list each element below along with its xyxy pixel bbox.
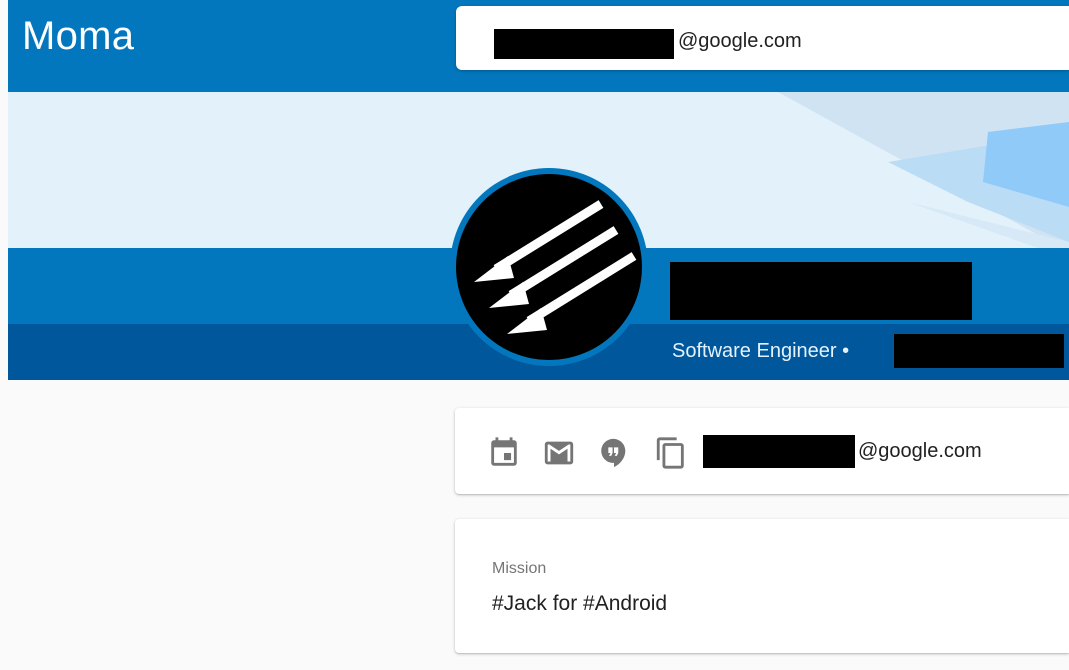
email-address[interactable]: @google.com [858, 440, 982, 463]
redacted-team [894, 334, 1064, 368]
redacted-email-user [703, 435, 855, 468]
chat-icon[interactable] [597, 436, 631, 470]
search-input-domain: @google.com [678, 30, 802, 52]
contact-card: @google.com [455, 408, 1069, 494]
avatar[interactable] [450, 168, 648, 366]
search-input[interactable]: @google.com [456, 6, 1069, 70]
copy-icon[interactable] [654, 436, 688, 470]
redacted-name [670, 262, 972, 320]
app-bar: Moma @google.com [8, 0, 1069, 92]
moma-profile-page: Moma @google.com Software Engineer • @go… [0, 0, 1069, 670]
profile-subtitle: Software Engineer • [672, 340, 850, 362]
email-icon[interactable] [542, 436, 576, 470]
app-title[interactable]: Moma [22, 14, 134, 59]
mission-label: Mission [492, 560, 547, 577]
mission-card: Mission #Jack for #Android [455, 519, 1069, 653]
calendar-icon[interactable] [487, 436, 521, 470]
avatar-image [456, 174, 642, 360]
mission-text: #Jack for #Android [492, 592, 668, 615]
redacted-username [494, 29, 674, 59]
